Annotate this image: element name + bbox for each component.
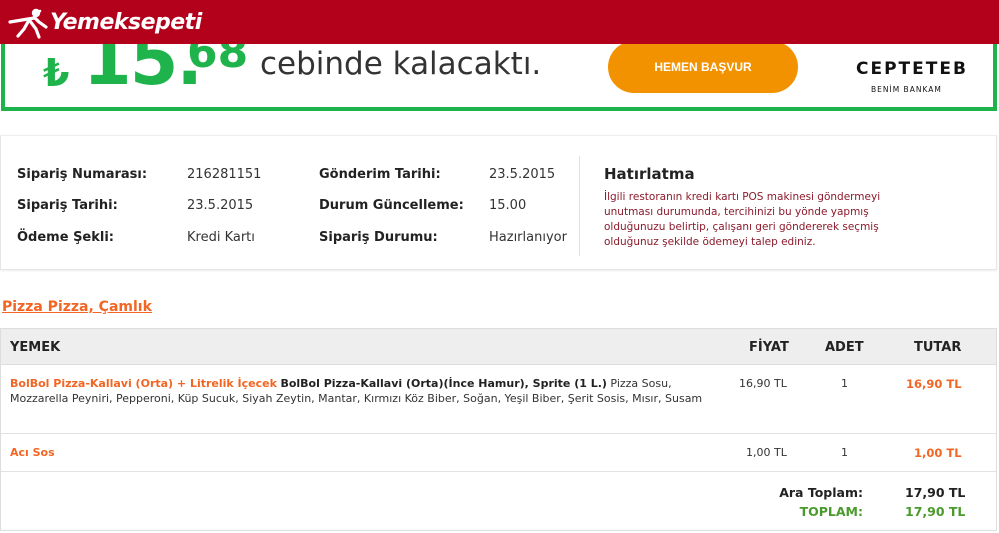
banner-brand-tagline: BENİM BANKAM bbox=[871, 85, 942, 94]
item-name: BolBol Pizza-Kallavi (Orta) + Litrelik İ… bbox=[10, 377, 277, 390]
payment-method-label: Ödeme Şekli: bbox=[17, 230, 114, 245]
payment-method-value: Kredi Kartı bbox=[187, 230, 255, 245]
item-main: BolBol Pizza-Kallavi (Orta)(İnce Hamur),… bbox=[280, 377, 607, 390]
order-date-value: 23.5.2015 bbox=[187, 198, 254, 213]
apply-now-button[interactable]: HEMEN BAŞVUR bbox=[608, 41, 798, 93]
item-total: 1,00 TL bbox=[914, 446, 962, 460]
table-header: YEMEK FİYAT ADET TUTAR bbox=[1, 329, 996, 365]
status-update-label: Durum Güncelleme: bbox=[319, 198, 464, 213]
order-items-table: YEMEK FİYAT ADET TUTAR BolBol Pizza-Kall… bbox=[0, 328, 997, 531]
column-header-total: TUTAR bbox=[914, 340, 962, 355]
column-header-price: FİYAT bbox=[749, 340, 789, 355]
item-name: Acı Sos bbox=[10, 446, 55, 459]
item-price: 16,90 TL bbox=[739, 377, 787, 390]
divider bbox=[579, 156, 580, 256]
reminder-text: İlgili restoranın kredi kartı POS makine… bbox=[604, 191, 881, 248]
item-price: 1,00 TL bbox=[746, 446, 787, 459]
item-quantity: 1 bbox=[841, 446, 848, 459]
status-update-value: 15.00 bbox=[489, 198, 527, 213]
subtotal-label: Ara Toplam: bbox=[779, 485, 863, 500]
promo-banner[interactable]: ₺ 15. 68 cebinde kalacaktı. HEMEN BAŞVUR… bbox=[1, 33, 997, 111]
order-number-value: 216281151 bbox=[187, 167, 262, 182]
column-header-quantity: ADET bbox=[825, 340, 864, 355]
running-man-icon bbox=[8, 8, 48, 39]
banner-text: cebinde kalacaktı. bbox=[260, 46, 542, 82]
logo-text: Yemeksepeti bbox=[50, 9, 202, 35]
item-quantity: 1 bbox=[841, 377, 848, 390]
order-info-card: Sipariş Numarası: 216281151 Sipariş Tari… bbox=[0, 135, 997, 270]
column-header-item: YEMEK bbox=[10, 340, 61, 355]
restaurant-link[interactable]: Pizza Pizza, Çamlık bbox=[2, 299, 152, 315]
order-date-label: Sipariş Tarihi: bbox=[17, 198, 118, 213]
order-number-label: Sipariş Numarası: bbox=[17, 167, 148, 182]
table-row: BolBol Pizza-Kallavi (Orta) + Litrelik İ… bbox=[1, 366, 996, 434]
delivery-date-value: 23.5.2015 bbox=[489, 167, 556, 182]
site-header: Yemeksepeti bbox=[0, 0, 999, 44]
order-status-label: Sipariş Durumu: bbox=[319, 230, 438, 245]
logo[interactable]: Yemeksepeti bbox=[6, 4, 202, 40]
subtotal-value: 17,90 TL bbox=[905, 485, 966, 500]
reminder-title: Hatırlatma bbox=[604, 165, 695, 183]
delivery-date-label: Gönderim Tarihi: bbox=[319, 167, 441, 182]
banner-brand: CEPTETEB bbox=[856, 59, 968, 79]
item-description: BolBol Pizza-Kallavi (Orta) + Litrelik İ… bbox=[10, 376, 710, 406]
item-description: Acı Sos bbox=[10, 445, 710, 460]
table-row: Acı Sos 1,00 TL 1 1,00 TL bbox=[1, 434, 996, 472]
currency-symbol: ₺ bbox=[43, 51, 70, 95]
grand-total-label: TOPLAM: bbox=[799, 504, 863, 519]
order-status-value: Hazırlanıyor bbox=[489, 230, 567, 245]
item-total: 16,90 TL bbox=[906, 377, 962, 391]
grand-total-value: 17,90 TL bbox=[905, 504, 966, 519]
